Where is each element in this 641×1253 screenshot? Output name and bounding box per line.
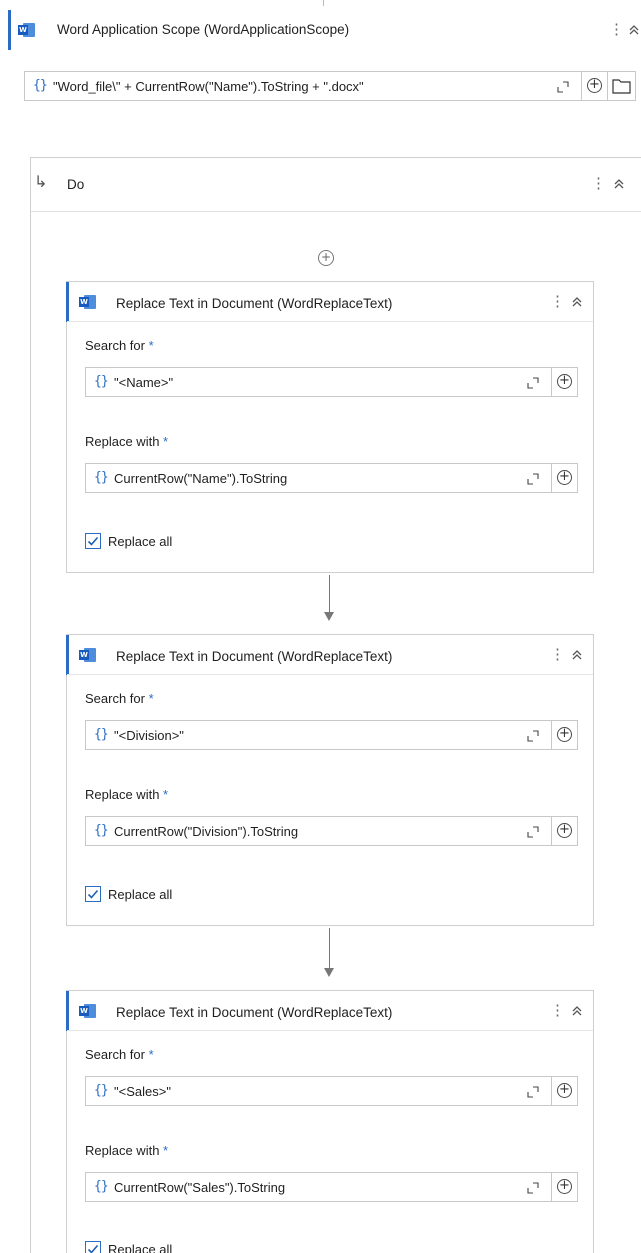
file-path-input[interactable]: {} "Word_file\" + CurrentRow("Name").ToS… <box>24 71 608 101</box>
search-for-value: "<Sales>" <box>114 1084 171 1099</box>
file-path-value: "Word_file\" + CurrentRow("Name").ToStri… <box>53 79 364 94</box>
do-label: Do <box>67 177 85 192</box>
scope-menu-icon[interactable] <box>609 21 619 39</box>
replace-all-checkbox[interactable] <box>85 533 101 549</box>
flow-connector <box>329 575 330 612</box>
expression-braces-icon: {} <box>94 374 109 389</box>
activity-collapse-icon[interactable] <box>571 648 585 664</box>
expand-editor-icon[interactable] <box>527 1182 539 1194</box>
plus-icon: + <box>557 1179 572 1194</box>
checkmark-icon <box>87 889 99 899</box>
search-for-input[interactable]: {} "<Name>" + <box>85 367 578 397</box>
replace-all-checkbox[interactable] <box>85 886 101 902</box>
activity-card[interactable]: W Replace Text in Document (WordReplaceT… <box>66 990 594 1253</box>
activity-card[interactable]: W Replace Text in Document (WordReplaceT… <box>66 634 594 926</box>
search-for-label: Search for * <box>85 1047 154 1062</box>
expression-braces-icon: {} <box>94 1179 109 1194</box>
do-arrow-icon: ↳ <box>34 172 48 191</box>
flow-arrow-icon <box>324 612 334 621</box>
activity-title: Replace Text in Document (WordReplaceTex… <box>116 296 393 311</box>
replace-with-label: Replace with * <box>85 434 169 449</box>
replace-with-input[interactable]: {} CurrentRow("Division").ToString + <box>85 816 578 846</box>
replace-all-label[interactable]: Replace all <box>108 887 172 902</box>
replace-with-input[interactable]: {} CurrentRow("Sales").ToString + <box>85 1172 578 1202</box>
expression-braces-icon: {} <box>94 1083 109 1098</box>
plus-icon: + <box>557 1083 572 1098</box>
plus-menu-button[interactable]: + <box>551 721 577 749</box>
expand-editor-icon[interactable] <box>527 1086 539 1098</box>
checkmark-icon <box>87 1244 99 1253</box>
search-for-label: Search for * <box>85 338 154 353</box>
replace-with-input[interactable]: {} CurrentRow("Name").ToString + <box>85 463 578 493</box>
do-menu-icon[interactable] <box>591 175 601 193</box>
expression-braces-icon: {} <box>94 727 109 742</box>
scope-collapse-icon[interactable] <box>628 23 641 39</box>
search-for-input[interactable]: {} "<Division>" + <box>85 720 578 750</box>
word-icon: W <box>79 647 96 663</box>
plus-menu-button[interactable]: + <box>551 1077 577 1105</box>
plus-menu-button[interactable]: + <box>551 464 577 492</box>
activity-header[interactable]: W Replace Text in Document (WordReplaceT… <box>67 282 593 322</box>
activity-menu-icon[interactable] <box>550 646 560 664</box>
plus-menu-button[interactable]: + <box>581 72 607 100</box>
browse-folder-button[interactable] <box>608 71 636 101</box>
activity-collapse-icon[interactable] <box>571 295 585 311</box>
flow-arrow-icon <box>324 968 334 977</box>
word-icon: W <box>79 294 96 310</box>
plus-menu-button[interactable]: + <box>551 1173 577 1201</box>
search-for-label: Search for * <box>85 691 154 706</box>
activity-title: Replace Text in Document (WordReplaceTex… <box>116 649 393 664</box>
expression-braces-icon: {} <box>94 470 109 485</box>
expand-editor-icon[interactable] <box>527 473 539 485</box>
replace-with-value: CurrentRow("Division").ToString <box>114 824 299 839</box>
plus-menu-button[interactable]: + <box>551 817 577 845</box>
activity-menu-icon[interactable] <box>550 1002 560 1020</box>
folder-icon <box>612 79 631 94</box>
activity-header[interactable]: W Replace Text in Document (WordReplaceT… <box>67 991 593 1031</box>
expand-editor-icon[interactable] <box>527 730 539 742</box>
search-for-value: "<Name>" <box>114 375 174 390</box>
scope-header[interactable]: W Word Application Scope (WordApplicatio… <box>0 10 641 50</box>
scope-title: Word Application Scope (WordApplicationS… <box>57 22 350 37</box>
plus-icon: + <box>587 78 602 93</box>
replace-with-label: Replace with * <box>85 1143 169 1158</box>
expand-editor-icon[interactable] <box>527 377 539 389</box>
do-collapse-icon[interactable] <box>613 177 627 193</box>
do-header[interactable]: ↳ Do <box>31 158 641 212</box>
replace-with-label: Replace with * <box>85 787 169 802</box>
search-for-input[interactable]: {} "<Sales>" + <box>85 1076 578 1106</box>
selection-accent <box>8 10 11 50</box>
activity-collapse-icon[interactable] <box>571 1004 585 1020</box>
flow-connector <box>329 928 330 968</box>
activity-header[interactable]: W Replace Text in Document (WordReplaceT… <box>67 635 593 675</box>
plus-menu-button[interactable]: + <box>551 368 577 396</box>
word-icon: W <box>18 22 35 38</box>
word-icon: W <box>79 1003 96 1019</box>
add-activity-icon[interactable]: + <box>318 250 334 266</box>
replace-all-label[interactable]: Replace all <box>108 534 172 549</box>
replace-with-value: CurrentRow("Sales").ToString <box>114 1180 286 1195</box>
activity-card[interactable]: W Replace Text in Document (WordReplaceT… <box>66 281 594 573</box>
replace-all-label[interactable]: Replace all <box>108 1242 172 1253</box>
plus-icon: + <box>557 727 572 742</box>
checkmark-icon <box>87 536 99 546</box>
search-for-value: "<Division>" <box>114 728 184 743</box>
replace-with-value: CurrentRow("Name").ToString <box>114 471 288 486</box>
replace-all-checkbox[interactable] <box>85 1241 101 1253</box>
activity-menu-icon[interactable] <box>550 293 560 311</box>
expand-editor-icon[interactable] <box>527 826 539 838</box>
expression-braces-icon: {} <box>94 823 109 838</box>
plus-icon: + <box>557 823 572 838</box>
plus-icon: + <box>557 374 572 389</box>
plus-icon: + <box>557 470 572 485</box>
expression-braces-icon: {} <box>33 78 48 93</box>
expand-editor-icon[interactable] <box>557 81 569 93</box>
scroll-top-mark <box>323 0 324 6</box>
activity-title: Replace Text in Document (WordReplaceTex… <box>116 1005 393 1020</box>
